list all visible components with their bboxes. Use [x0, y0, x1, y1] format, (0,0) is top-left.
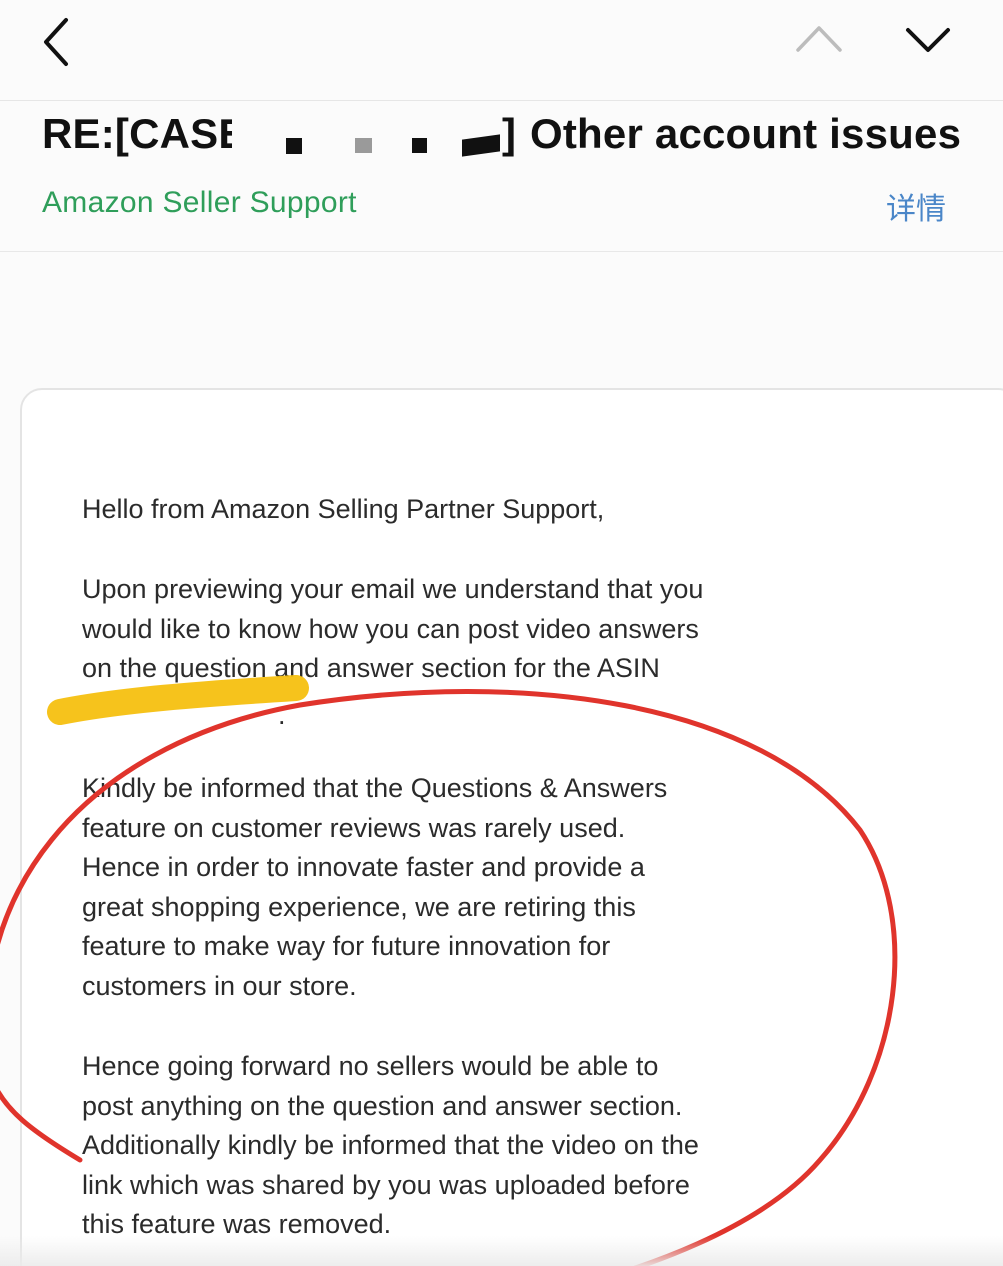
subject-bracket: ] — [502, 110, 517, 157]
redaction-mark — [462, 134, 500, 157]
email-subject: RE:[CASE ] Other account issues — [40, 104, 980, 164]
redaction-mark — [412, 138, 427, 153]
asin-trailing-period: . — [278, 700, 286, 730]
subject-title: Other account issues — [530, 110, 962, 157]
chevron-up-icon — [796, 26, 842, 52]
previous-email-button[interactable] — [792, 18, 846, 62]
back-button[interactable] — [36, 14, 80, 70]
meta-divider — [0, 251, 1003, 252]
message-retirement-notice: Kindly be informed that the Questions & … — [82, 773, 668, 1001]
redaction-mark — [286, 138, 302, 154]
header-divider — [0, 100, 1003, 101]
subject-prefix: RE:[CASE — [42, 110, 247, 157]
message-forward-notice: Hence going forward no sellers would be … — [82, 1051, 699, 1239]
message-greeting: Hello from Amazon Selling Partner Suppor… — [82, 494, 605, 524]
top-nav-bar — [0, 0, 1003, 100]
redaction-mark — [355, 138, 372, 153]
next-email-button[interactable] — [900, 18, 956, 62]
case-number-redaction — [232, 104, 500, 164]
email-detail-screen: RE:[CASE ] Other account issues Amazon S… — [0, 0, 1003, 1266]
chevron-left-icon — [44, 18, 68, 66]
sender-name[interactable]: Amazon Seller Support — [42, 186, 357, 220]
message-intro: Upon previewing your email we understand… — [82, 574, 704, 683]
chevron-down-icon — [906, 28, 950, 52]
details-link[interactable]: 详情 — [886, 184, 946, 228]
